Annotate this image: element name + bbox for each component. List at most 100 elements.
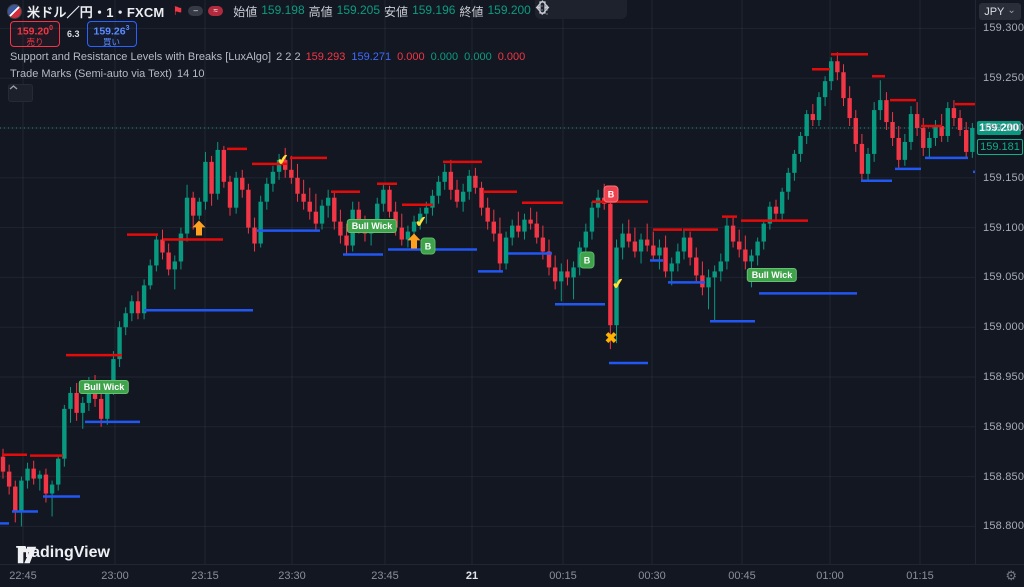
currency-dropdown[interactable]: JPY [979, 3, 1021, 20]
candle [547, 240, 551, 276]
time-tick-label: 00:15 [549, 570, 577, 582]
candle [301, 180, 305, 210]
candle [246, 184, 250, 234]
time-tick-label: 23:15 [191, 570, 219, 582]
candle [700, 261, 704, 295]
symbol-flag-icon [7, 4, 22, 19]
candle [191, 192, 195, 230]
time-axis[interactable]: ⚙ 22:4523:0023:1523:3023:452100:1500:300… [0, 564, 1024, 587]
candle [173, 255, 177, 289]
candle [498, 218, 502, 272]
candle [142, 279, 146, 319]
candle [571, 261, 575, 299]
candle [706, 269, 710, 309]
candle [289, 156, 293, 184]
candle [596, 190, 600, 218]
candle [847, 86, 851, 126]
candle [731, 218, 735, 248]
time-tick-label: 00:45 [728, 570, 756, 582]
candle [50, 481, 54, 517]
candlestick-chart[interactable] [0, 0, 976, 565]
price-tick-label: 158.900 [983, 421, 1024, 433]
arrow-down-icon[interactable] [535, 0, 550, 15]
buy-button[interactable]: 159.263 買い [87, 21, 137, 47]
candle [958, 110, 962, 136]
candle [461, 184, 465, 212]
time-tick-label: 21 [466, 570, 478, 582]
chevron-down-icon [1007, 6, 1015, 18]
candle [841, 64, 845, 106]
time-tick-label: 01:00 [816, 570, 844, 582]
sell-button[interactable]: 159.200 売り [10, 21, 60, 47]
candle [528, 208, 532, 230]
spread-value: 6.3 [67, 29, 80, 39]
indicator-row-trade-marks[interactable]: Trade Marks (Semi-auto via Text) 14 10 [10, 68, 205, 80]
candle [308, 188, 312, 220]
candle [535, 212, 539, 244]
candle [798, 132, 802, 162]
candle [755, 238, 759, 266]
symbol-title[interactable]: 米ドル／円・1・FXCM [27, 2, 164, 21]
candle [455, 180, 459, 208]
chart-header: 米ドル／円・1・FXCM ⚑ – ≈ 始値159.198 高値159.205 安… [0, 0, 624, 19]
candle [13, 481, 17, 523]
wave-pill-icon[interactable]: ≈ [208, 6, 223, 16]
collapse-indicators-button[interactable] [8, 84, 33, 102]
time-tick-label: 22:45 [9, 570, 37, 582]
price-axis[interactable]: JPY 159.200 159.181 159.300159.250159.20… [975, 0, 1024, 565]
price-tick-label: 159.100 [983, 222, 1024, 234]
candle [688, 232, 692, 266]
candle [504, 232, 508, 270]
candle [817, 92, 821, 126]
candle [946, 102, 950, 142]
candle [620, 224, 624, 260]
candle [743, 236, 747, 270]
candle [252, 218, 256, 252]
candle [694, 248, 698, 282]
candle [479, 182, 483, 216]
candle [443, 164, 447, 190]
candle [682, 230, 686, 260]
candle [792, 150, 796, 181]
candle [197, 198, 201, 220]
flag-marker-icon[interactable]: ⚑ [172, 4, 183, 18]
candle [240, 170, 244, 198]
candle [657, 240, 661, 270]
candle [124, 307, 128, 335]
candle [209, 156, 213, 206]
candle [7, 465, 11, 495]
candle [467, 170, 471, 200]
floating-toolbar[interactable] [535, 0, 627, 19]
candle [516, 212, 520, 238]
check-mark-icon [612, 276, 624, 293]
tradingview-logo-icon [16, 544, 38, 566]
price-tick-label: 159.200 [983, 122, 1024, 134]
candle [804, 110, 808, 144]
candle [400, 214, 404, 246]
candle [216, 142, 220, 200]
candle [522, 214, 526, 240]
candle [884, 92, 888, 130]
candle [510, 220, 514, 246]
price-tick-label: 159.000 [983, 321, 1024, 333]
gear-icon[interactable]: ⚙ [1005, 568, 1017, 584]
candle [897, 126, 901, 168]
candle [320, 200, 324, 230]
indicator-row-sr-breaks[interactable]: Support and Resistance Levels with Break… [10, 51, 525, 63]
candle [314, 194, 318, 232]
candle [38, 471, 42, 491]
check-mark-icon [277, 152, 289, 169]
candle [1, 449, 5, 479]
candle [774, 200, 778, 220]
candle [712, 265, 716, 321]
minimize-pill-icon[interactable]: – [188, 6, 203, 16]
candle [823, 76, 827, 106]
candle [258, 196, 262, 248]
candle [154, 234, 158, 272]
price-tick-label: 159.300 [983, 22, 1024, 34]
candle [866, 148, 870, 180]
candle [338, 210, 342, 244]
price-tick-label: 159.250 [983, 72, 1024, 84]
time-tick-label: 23:30 [278, 570, 306, 582]
candle [768, 202, 772, 230]
